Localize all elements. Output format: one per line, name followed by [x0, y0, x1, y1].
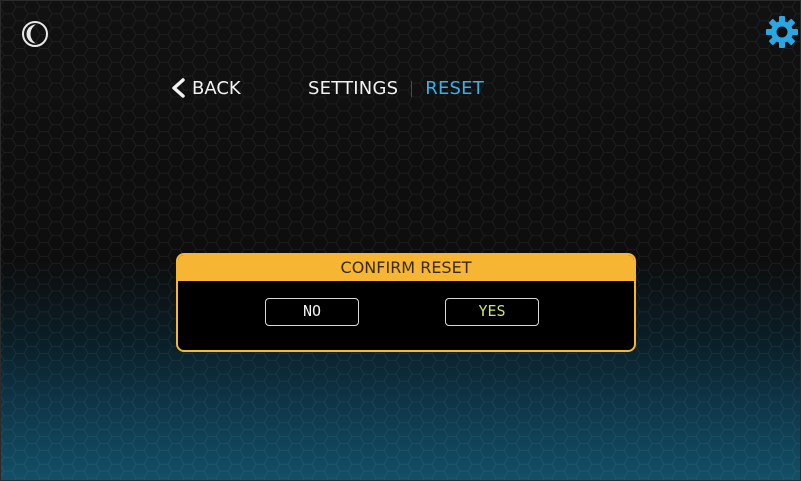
dialog-title: CONFIRM RESET [178, 255, 634, 281]
screen-border [0, 0, 801, 481]
no-button[interactable]: NO [265, 298, 359, 326]
gear-icon[interactable] [765, 15, 799, 49]
reset-screen: BACK SETTINGS RESET CONFIRM RESET NO YES [0, 0, 801, 481]
breadcrumb-current: RESET [425, 78, 484, 99]
back-label: BACK [192, 77, 241, 99]
back-button[interactable]: BACK [170, 72, 241, 104]
breadcrumb-divider [411, 80, 413, 97]
yes-button[interactable]: YES [445, 298, 539, 326]
breadcrumb-settings[interactable]: SETTINGS [308, 78, 398, 99]
chevron-left-icon [172, 78, 185, 98]
moon-icon[interactable] [21, 20, 49, 48]
hex-pattern-background [0, 0, 801, 481]
breadcrumb: SETTINGS RESET [308, 78, 484, 99]
confirm-reset-dialog: CONFIRM RESET NO YES [176, 253, 636, 352]
